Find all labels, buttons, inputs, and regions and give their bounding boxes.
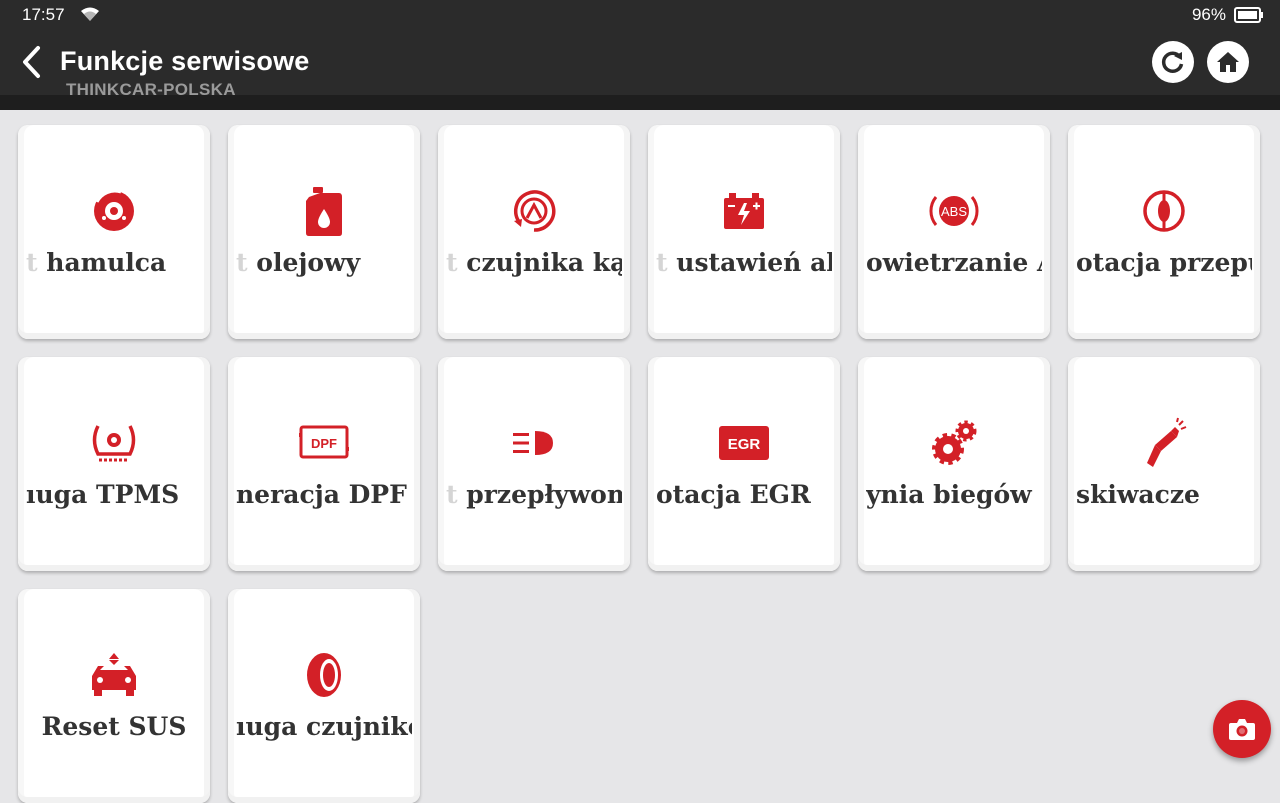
tile-tire-sensors[interactable]: ıuga czujników xyxy=(228,589,420,803)
tile-label: ıuga TPMS xyxy=(26,480,180,509)
steering-angle-icon xyxy=(508,185,560,237)
tile-label: skiwacze xyxy=(1076,480,1200,509)
tile-dpf[interactable]: DPF neracja DPF xyxy=(228,357,420,571)
home-button[interactable] xyxy=(1207,41,1249,83)
tile-throttle[interactable]: otacja przepustnicy xyxy=(1068,125,1260,339)
tile-gearbox[interactable]: ynia biegów xyxy=(858,357,1050,571)
status-time: 17:57 xyxy=(22,5,65,24)
tile-label: t czujnika kąta xyxy=(446,248,622,277)
injector-icon xyxy=(1138,417,1190,469)
abs-icon: ABS xyxy=(928,185,980,237)
tile-battery[interactable]: t ustawień aku xyxy=(648,125,840,339)
refresh-icon xyxy=(1161,51,1184,73)
tile-injectors[interactable]: skiwacze xyxy=(1068,357,1260,571)
status-bar: 17:57 96% xyxy=(0,0,1280,30)
tile-steering-angle[interactable]: t czujnika kąta xyxy=(438,125,630,339)
tire-icon xyxy=(298,649,350,701)
device-name: THINKCAR-POLSKA xyxy=(66,80,236,99)
egr-icon: EGR xyxy=(718,417,770,469)
suspension-icon xyxy=(88,649,140,701)
home-icon xyxy=(1217,52,1239,72)
tile-label: otacja EGR xyxy=(656,480,811,509)
back-button[interactable] xyxy=(14,42,48,82)
throttle-icon xyxy=(1138,185,1190,237)
tile-label: Reset SUS xyxy=(41,712,187,741)
chevron-left-icon xyxy=(23,46,40,78)
wifi-icon xyxy=(80,6,100,27)
tile-label: ıuga czujników xyxy=(236,712,412,741)
tile-label: t hamulca xyxy=(26,248,167,277)
gears-icon xyxy=(928,417,980,469)
tile-abs[interactable]: ABS owietrzanie ABS xyxy=(858,125,1050,339)
tile-tpms[interactable]: ıuga TPMS xyxy=(18,357,210,571)
tile-sus-reset[interactable]: Reset SUS xyxy=(18,589,210,803)
tile-label: owietrzanie ABS xyxy=(866,248,1042,277)
tile-label: otacja przepustnicy xyxy=(1076,248,1252,277)
page-title: Funkcje serwisowe xyxy=(60,46,310,76)
tile-label: t ustawień aku xyxy=(656,248,832,277)
oil-can-icon xyxy=(298,185,350,237)
camera-icon xyxy=(1229,719,1255,740)
screenshot-button[interactable] xyxy=(1213,700,1271,758)
svg-text:DPF: DPF xyxy=(311,436,337,451)
svg-text:ABS: ABS xyxy=(941,204,967,219)
brake-disc-icon xyxy=(88,185,140,237)
refresh-button[interactable] xyxy=(1152,41,1194,83)
tile-label: t przepływom xyxy=(446,480,622,509)
top-bar: 17:57 96% Funkcje serwisowe THINKCAR-POL… xyxy=(0,0,1280,110)
tile-egr[interactable]: EGR otacja EGR xyxy=(648,357,840,571)
tile-label: neracja DPF xyxy=(236,480,407,509)
headlight-icon xyxy=(508,417,560,469)
tile-label: ynia biegów xyxy=(866,480,1032,509)
tpms-icon xyxy=(88,417,140,469)
battery-percent: 96% xyxy=(1191,5,1226,24)
battery-icon xyxy=(1234,7,1264,28)
battery-icon xyxy=(718,185,770,237)
tile-oil[interactable]: t olejowy xyxy=(228,125,420,339)
tile-headlight[interactable]: t przepływom xyxy=(438,357,630,571)
dpf-icon: DPF xyxy=(298,417,350,469)
tile-brake[interactable]: t hamulca xyxy=(18,125,210,339)
svg-text:EGR: EGR xyxy=(728,436,761,453)
tile-label: t olejowy xyxy=(236,248,361,277)
